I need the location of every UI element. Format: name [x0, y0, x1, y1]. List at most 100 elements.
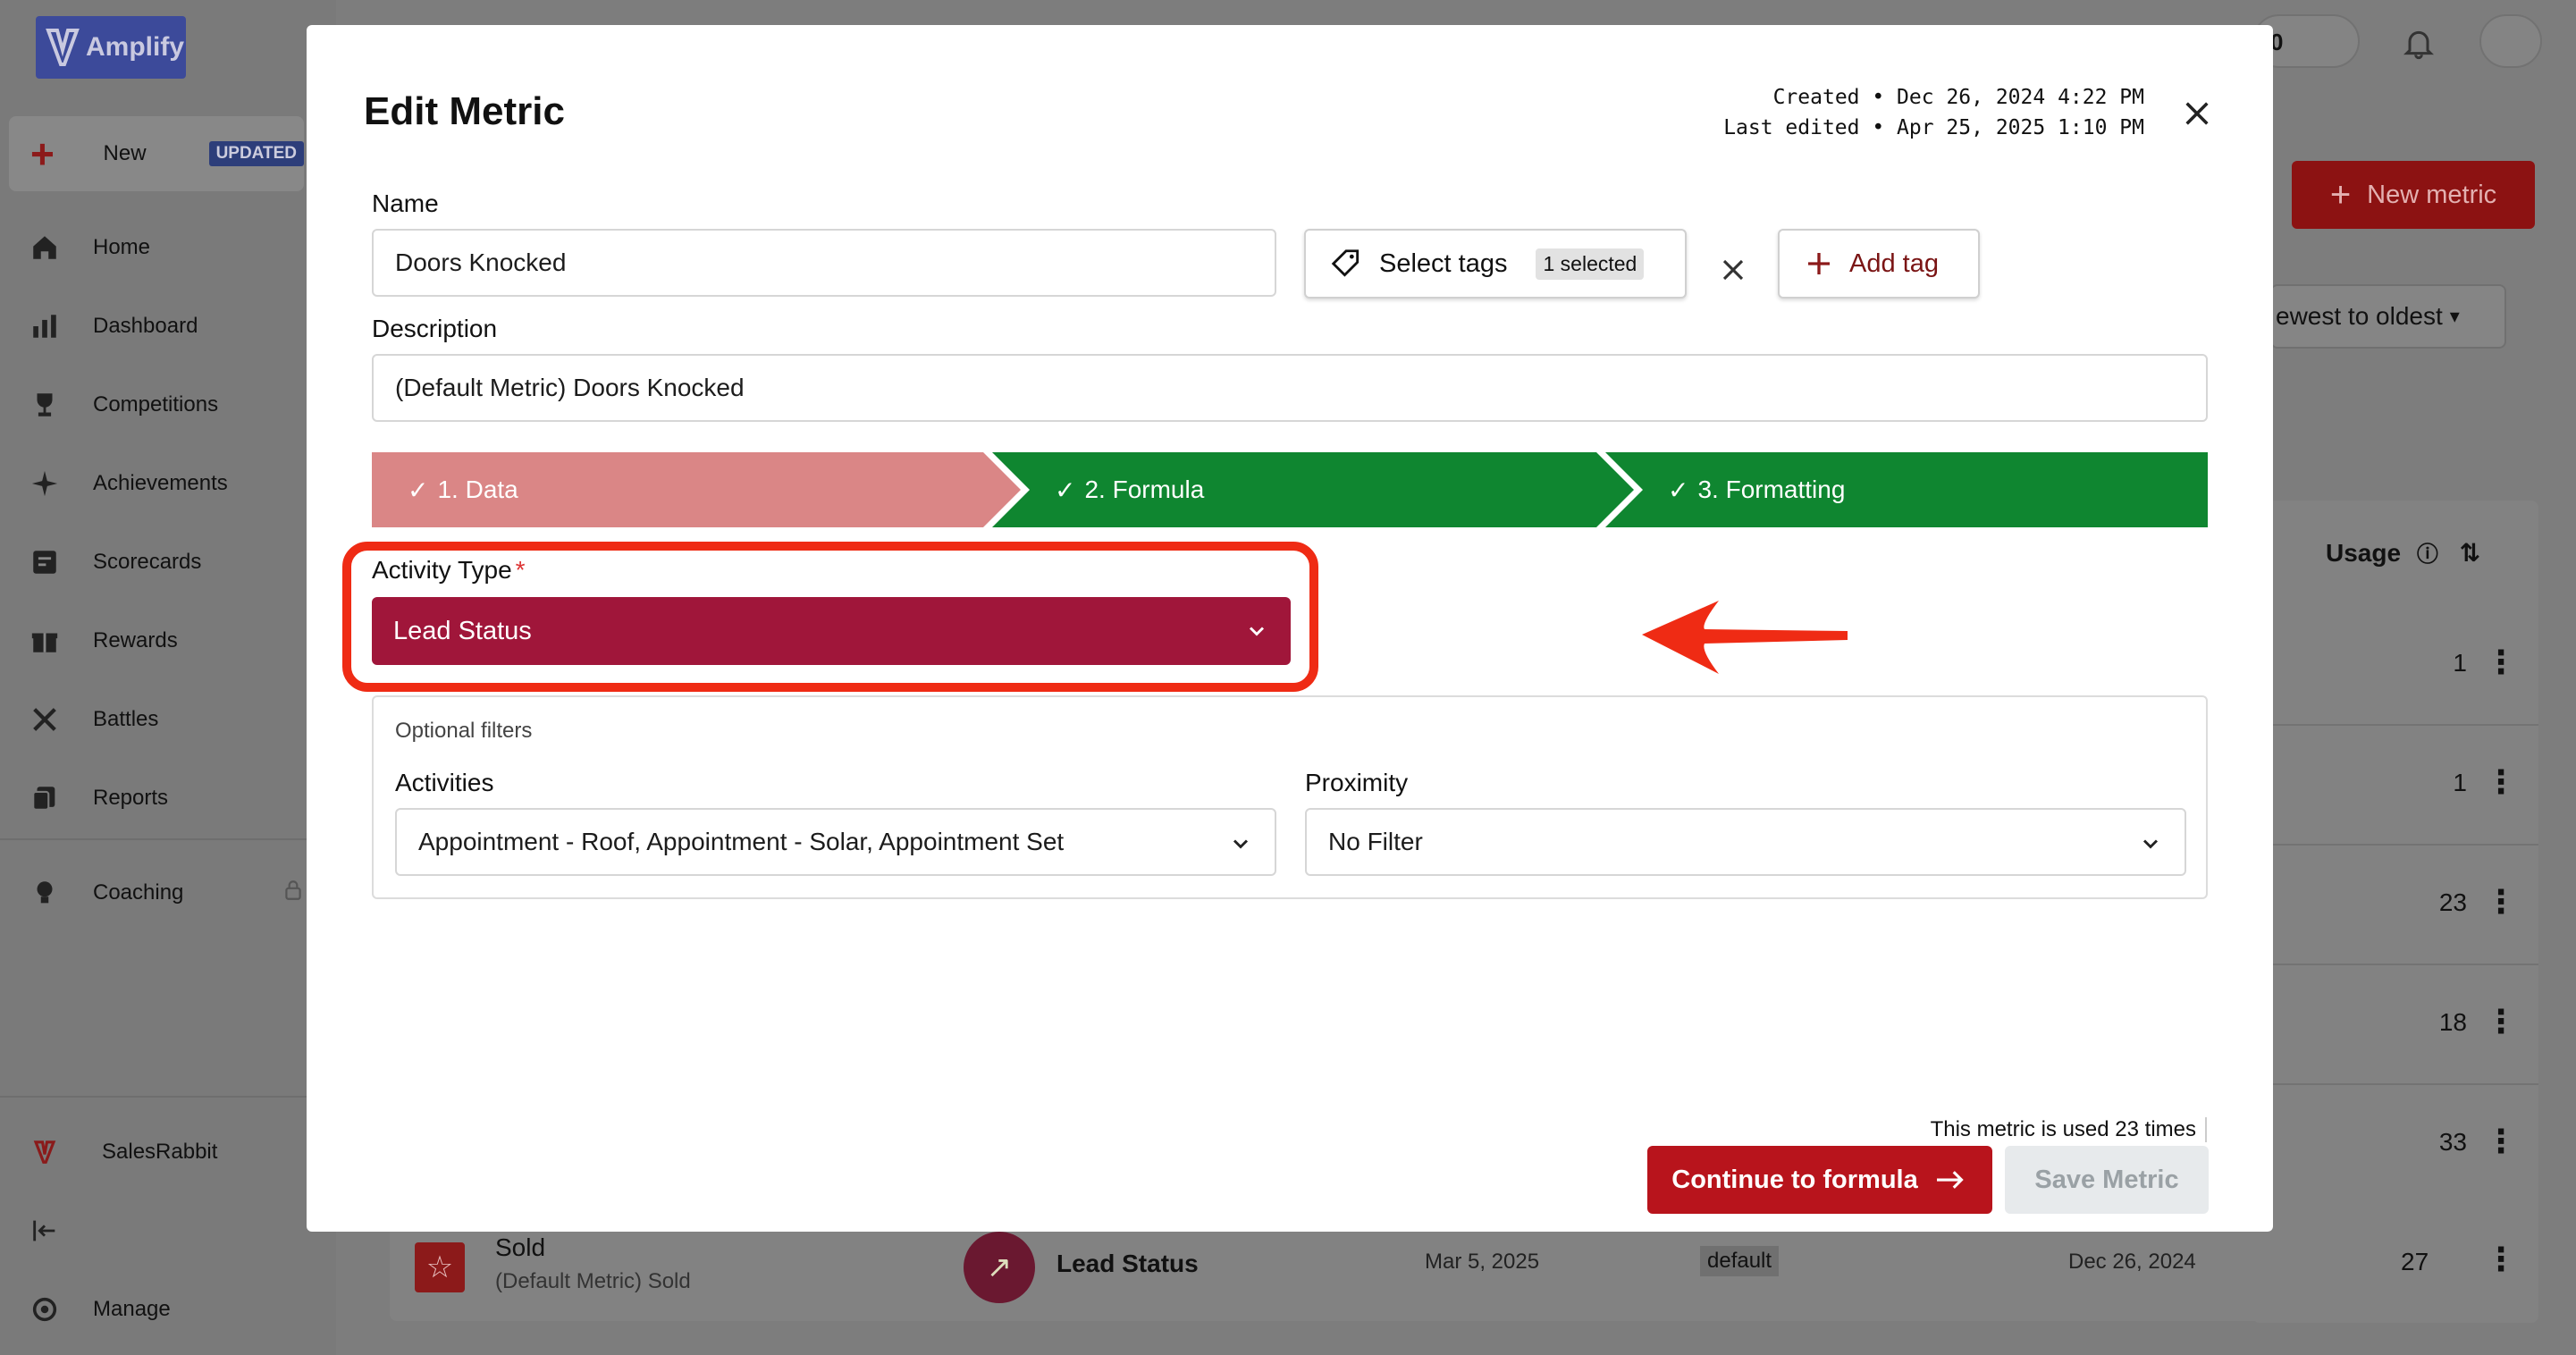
- usage-value: 33: [2438, 1128, 2467, 1156]
- step-formula-tab[interactable]: ✓ 2. Formula: [1055, 452, 1204, 527]
- sparkle-icon: [27, 466, 63, 501]
- bell-icon[interactable]: [2401, 25, 2437, 65]
- usage-column-header[interactable]: Usage ⓘ ⇅: [2326, 536, 2480, 568]
- new-metric-button[interactable]: + New metric: [2292, 161, 2535, 229]
- row-tag-badge: default: [1700, 1246, 1780, 1276]
- modal-title: Edit Metric: [364, 89, 565, 133]
- lightbulb-icon: [27, 875, 63, 911]
- sidebar-divider: [0, 838, 336, 840]
- row-menu-icon[interactable]: ⋮: [2485, 1241, 2517, 1278]
- usage-value: 1: [2453, 769, 2467, 796]
- clear-tags-button[interactable]: [1706, 243, 1760, 297]
- sort-label: ewest to oldest: [2276, 302, 2443, 330]
- reports-icon: [27, 780, 63, 816]
- sidebar-item-dashboard[interactable]: Dashboard: [27, 304, 198, 349]
- sidebar-item-scorecards[interactable]: Scorecards: [27, 540, 201, 585]
- sidebar-item-label: Scorecards: [93, 550, 202, 574]
- row-edited-date: Dec 26, 2024: [2068, 1250, 2196, 1274]
- sidebar-item-battles[interactable]: Battles: [27, 697, 158, 742]
- home-icon: [27, 230, 63, 265]
- usage-value: 18: [2438, 1008, 2467, 1036]
- trend-up-icon: ↗: [964, 1232, 1035, 1303]
- plus-icon: +: [2329, 174, 2352, 215]
- bar-chart-icon: [27, 308, 63, 344]
- row-menu-icon[interactable]: ⋮: [2485, 1003, 2517, 1040]
- sidebar-item-label: Home: [93, 235, 151, 259]
- close-icon: [2185, 102, 2209, 125]
- collapse-sidebar-button[interactable]: [27, 1208, 93, 1253]
- description-input[interactable]: (Default Metric) Doors Knocked: [372, 354, 2208, 422]
- name-input[interactable]: Doors Knocked: [372, 229, 1276, 297]
- scorecard-icon: [27, 544, 63, 580]
- sidebar-item-achievements[interactable]: Achievements: [27, 461, 228, 506]
- collapse-left-icon: [27, 1213, 63, 1249]
- sort-dropdown[interactable]: ewest to oldest ▾: [2270, 284, 2506, 349]
- optional-filters-label: Optional filters: [395, 719, 533, 743]
- row-divider: [2270, 844, 2538, 846]
- sidebar-item-manage[interactable]: Manage: [27, 1287, 171, 1332]
- add-tag-button[interactable]: Add tag: [1778, 229, 1980, 299]
- sidebar-item-label: Manage: [93, 1297, 171, 1321]
- description-label: Description: [372, 315, 498, 342]
- continue-to-formula-button[interactable]: Continue to formula: [1647, 1146, 1992, 1214]
- row-created-date: Mar 5, 2025: [1425, 1250, 1540, 1274]
- sidebar-item-rewards[interactable]: Rewards: [27, 619, 178, 663]
- edit-metric-modal: Edit Metric Created • Dec 26, 2024 4:22 …: [307, 25, 2273, 1232]
- sidebar-divider: [0, 1096, 336, 1098]
- row-menu-icon[interactable]: ⋮: [2485, 644, 2517, 681]
- row-menu-icon[interactable]: ⋮: [2485, 1123, 2517, 1160]
- sidebar-item-label: Coaching: [93, 880, 184, 905]
- metric-steps: ✓ 1. Data ✓ 2. Formula ✓ 3. Formatting: [372, 452, 2208, 527]
- edited-timestamp: Last edited • Apr 25, 2025 1:10 PM: [1723, 116, 2144, 139]
- sidebar-item-reports[interactable]: Reports: [27, 776, 168, 821]
- arrow-right-icon: [1936, 1171, 1964, 1189]
- close-modal-button[interactable]: [2175, 93, 2219, 138]
- check-icon: ✓: [1668, 476, 1689, 504]
- row-menu-icon[interactable]: ⋮: [2485, 763, 2517, 801]
- proximity-select[interactable]: No Filter: [1305, 808, 2186, 876]
- usage-value: 27: [2401, 1248, 2429, 1275]
- org-switcher[interactable]: SalesRabbit: [27, 1130, 217, 1174]
- activities-select[interactable]: Appointment - Roof, Appointment - Solar,…: [395, 808, 1276, 876]
- chevron-down-icon: ▾: [2449, 305, 2460, 327]
- new-button[interactable]: + New UPDATED: [9, 116, 304, 191]
- row-menu-icon[interactable]: ⋮: [2485, 883, 2517, 921]
- row-divider: [2270, 724, 2538, 726]
- sidebar-item-coaching[interactable]: Coaching: [27, 871, 305, 915]
- usage-value: 1: [2453, 649, 2467, 677]
- activities-value: Appointment - Roof, Appointment - Solar,…: [418, 828, 1065, 855]
- row-activity-type: Lead Status: [1056, 1250, 1199, 1277]
- brand-name: Amplify: [86, 32, 185, 62]
- org-name: SalesRabbit: [102, 1140, 218, 1164]
- app-logo[interactable]: Amplify: [36, 16, 186, 79]
- updated-badge: UPDATED: [208, 141, 304, 166]
- activities-label: Activities: [395, 769, 494, 796]
- sidebar-item-home[interactable]: Home: [27, 225, 150, 270]
- name-label: Name: [372, 189, 439, 217]
- usage-value: 23: [2438, 888, 2467, 916]
- avatar[interactable]: [2479, 14, 2542, 68]
- created-timestamp: Created • Dec 26, 2024 4:22 PM: [1772, 86, 2144, 109]
- select-tags-button[interactable]: Select tags 1 selected: [1304, 229, 1687, 299]
- proximity-value: No Filter: [1328, 828, 1423, 855]
- step-label: 2. Formula: [1084, 476, 1205, 503]
- metric-timestamps: Created • Dec 26, 2024 4:22 PM Last edit…: [1723, 82, 2144, 143]
- sidebar-item-label: Reports: [93, 786, 169, 810]
- amplify-logo-icon: [46, 29, 80, 66]
- save-metric-button: Save Metric: [2005, 1146, 2209, 1214]
- step-formatting-tab[interactable]: ✓ 3. Formatting: [1668, 452, 1845, 527]
- row-metric-name: Sold: [495, 1233, 546, 1261]
- help-icon: ⓘ: [2416, 543, 2438, 567]
- step-data-tab[interactable]: ✓ 1. Data: [408, 452, 518, 527]
- selected-count-badge: 1 selected: [1536, 248, 1645, 280]
- gear-icon: [27, 1292, 63, 1327]
- row-metric-description: (Default Metric) Sold: [495, 1269, 691, 1293]
- stepper-background: [372, 452, 2208, 527]
- sort-icon: ⇅: [2459, 539, 2481, 567]
- step-label: 1. Data: [437, 476, 518, 503]
- sidebar-item-label: Rewards: [93, 628, 178, 652]
- sidebar-item-competitions[interactable]: Competitions: [27, 383, 218, 427]
- arrow-left-annotation-icon: [1642, 601, 1848, 674]
- row-divider: [2270, 1083, 2538, 1085]
- swords-icon: [27, 702, 63, 737]
